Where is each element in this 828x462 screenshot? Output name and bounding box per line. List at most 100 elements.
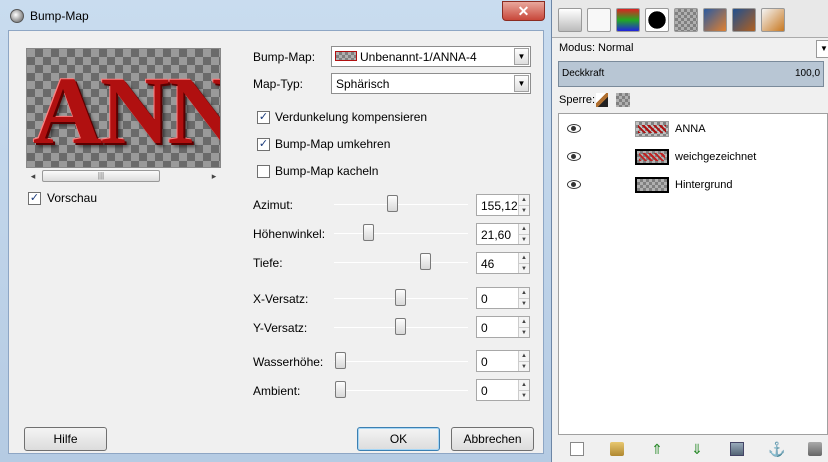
preview-scrollbar[interactable]: ◂ ||| ▸ xyxy=(26,169,221,183)
x-versatz-slider-thumb[interactable] xyxy=(395,289,406,306)
bump-map-value: Unbenannt-1/ANNA-4 xyxy=(360,50,477,64)
scroll-thumb[interactable]: ||| xyxy=(42,170,160,182)
kacheln-checkbox[interactable] xyxy=(257,165,270,178)
layer-toolbar: ⇑ ⇓ ⚓ xyxy=(552,437,828,462)
spin-up-icon[interactable]: ▲ xyxy=(518,195,529,205)
spin-down-icon[interactable]: ▼ xyxy=(518,205,529,215)
cancel-button[interactable]: Abbrechen xyxy=(451,427,534,451)
layer-name: Hintergrund xyxy=(675,179,733,191)
spin-down-icon[interactable]: ▼ xyxy=(518,263,529,273)
lock-alpha-icon[interactable] xyxy=(616,93,630,107)
eye-icon[interactable] xyxy=(567,180,581,189)
tool-options-tab-icon[interactable] xyxy=(761,8,785,32)
vorschau-checkbox[interactable]: ✓ xyxy=(28,192,41,205)
map-typ-select[interactable]: Sphärisch ▼ xyxy=(331,73,531,94)
eye-icon[interactable] xyxy=(567,152,581,161)
y-versatz-slider-thumb[interactable] xyxy=(395,318,406,335)
layer-thumbnail xyxy=(635,121,669,137)
ambient-spinbox[interactable]: 0 ▲ ▼ xyxy=(476,379,530,401)
azimut-spinbox[interactable]: 155,12 ▲ ▼ xyxy=(476,194,530,216)
layer-row[interactable]: weichgezeichnet xyxy=(559,143,828,171)
azimut-slider[interactable] xyxy=(334,204,468,205)
raise-layer-icon[interactable]: ⇑ xyxy=(650,442,664,456)
spin-down-icon[interactable]: ▼ xyxy=(518,390,529,400)
spin-up-icon[interactable]: ▲ xyxy=(518,253,529,263)
scroll-right-icon[interactable]: ▸ xyxy=(207,169,221,183)
lock-row: Sperre: xyxy=(556,92,828,110)
layers-tab-icon[interactable] xyxy=(558,8,582,32)
wasserhoehe-spinbox[interactable]: 0 ▲ ▼ xyxy=(476,350,530,372)
opacity-slider[interactable]: Deckkraft 100,0 xyxy=(558,61,824,87)
wasserhoehe-slider[interactable] xyxy=(334,361,468,362)
opacity-label: Deckkraft xyxy=(562,68,605,79)
mode-value[interactable]: Normal xyxy=(598,42,633,54)
wasserhoehe-slider-thumb[interactable] xyxy=(335,352,346,369)
umkehren-checkbox[interactable]: ✓ xyxy=(257,138,270,151)
anna-thumb-pattern xyxy=(638,125,666,133)
preview-text: ANN xyxy=(33,57,221,164)
layer-row[interactable]: Hintergrund xyxy=(559,171,828,199)
hoehenwinkel-label: Höhenwinkel: xyxy=(253,227,326,241)
hoehenwinkel-slider[interactable] xyxy=(334,233,468,234)
title-bar[interactable]: Bump-Map ✕ xyxy=(0,0,552,30)
layer-row[interactable]: ANNA xyxy=(559,115,828,143)
open-folder-icon[interactable] xyxy=(610,442,624,456)
tiefe-slider[interactable] xyxy=(334,262,468,263)
lock-pixels-icon[interactable] xyxy=(596,93,608,107)
scroll-left-icon[interactable]: ◂ xyxy=(26,169,40,183)
mode-row: Modus: Normal ▼ xyxy=(556,40,828,58)
ok-button[interactable]: OK xyxy=(357,427,440,451)
ambient-slider-thumb[interactable] xyxy=(335,381,346,398)
delete-layer-icon[interactable] xyxy=(808,442,822,456)
dropdown-arrow-icon[interactable]: ▼ xyxy=(514,75,529,92)
x-versatz-value: 0 xyxy=(481,292,488,306)
dropdown-arrow-icon[interactable]: ▼ xyxy=(514,48,529,65)
lock-label: Sperre: xyxy=(559,94,596,106)
duplicate-layer-icon[interactable] xyxy=(730,442,744,456)
bump-map-select[interactable]: Unbenannt-1/ANNA-4 ▼ xyxy=(331,46,531,67)
spin-up-icon[interactable]: ▲ xyxy=(518,380,529,390)
x-versatz-label: X-Versatz: xyxy=(253,292,309,306)
help-button[interactable]: Hilfe xyxy=(24,427,107,451)
tiefe-spinbox[interactable]: 46 ▲ ▼ xyxy=(476,252,530,274)
layer-thumbnail xyxy=(635,177,669,193)
bump-map-dialog: Bump-Map ✕ ANN ◂ ||| ▸ ✓ Vorschau Bump-M… xyxy=(0,0,552,462)
spin-down-icon[interactable]: ▼ xyxy=(518,361,529,371)
y-versatz-value: 0 xyxy=(481,321,488,335)
tiefe-slider-thumb[interactable] xyxy=(420,253,431,270)
hoehenwinkel-value: 21,60 xyxy=(481,228,512,242)
spin-up-icon[interactable]: ▲ xyxy=(518,317,529,327)
close-button[interactable]: ✕ xyxy=(502,1,545,21)
spin-up-icon[interactable]: ▲ xyxy=(518,351,529,361)
layer-list: ANNA weichgezeichnet Hintergrund xyxy=(558,113,828,435)
hoehenwinkel-spinbox[interactable]: 21,60 ▲ ▼ xyxy=(476,223,530,245)
tiefe-value: 46 xyxy=(481,257,495,271)
hoehenwinkel-slider-thumb[interactable] xyxy=(363,224,374,241)
paths-tab-icon[interactable] xyxy=(587,8,611,32)
bump-map-label: Bump-Map: xyxy=(253,50,316,64)
spin-up-icon[interactable]: ▲ xyxy=(518,224,529,234)
vorschau-label: Vorschau xyxy=(47,191,98,205)
azimut-slider-thumb[interactable] xyxy=(387,195,398,212)
brushes-tab-icon[interactable] xyxy=(645,8,669,32)
lower-layer-icon[interactable]: ⇓ xyxy=(690,442,704,456)
spin-down-icon[interactable]: ▼ xyxy=(518,327,529,337)
verdunkelung-checkbox[interactable]: ✓ xyxy=(257,111,270,124)
spin-down-icon[interactable]: ▼ xyxy=(518,234,529,244)
eye-icon[interactable] xyxy=(567,124,581,133)
gradients-tab-icon[interactable] xyxy=(703,8,727,32)
palettes-tab-icon[interactable] xyxy=(732,8,756,32)
preview-canvas[interactable]: ANN xyxy=(26,48,221,168)
spin-down-icon[interactable]: ▼ xyxy=(518,298,529,308)
y-versatz-spinbox[interactable]: 0 ▲ ▼ xyxy=(476,316,530,338)
verdunkelung-label: Verdunkelung kompensieren xyxy=(275,110,428,124)
x-versatz-spinbox[interactable]: 0 ▲ ▼ xyxy=(476,287,530,309)
mode-dropdown-icon[interactable]: ▼ xyxy=(816,40,828,58)
patterns-tab-icon[interactable] xyxy=(674,8,698,32)
spin-up-icon[interactable]: ▲ xyxy=(518,288,529,298)
anchor-layer-icon[interactable]: ⚓ xyxy=(768,442,785,456)
ambient-slider[interactable] xyxy=(334,390,468,391)
tiefe-label: Tiefe: xyxy=(253,256,283,270)
new-layer-icon[interactable] xyxy=(570,442,584,456)
channels-tab-icon[interactable] xyxy=(616,8,640,32)
